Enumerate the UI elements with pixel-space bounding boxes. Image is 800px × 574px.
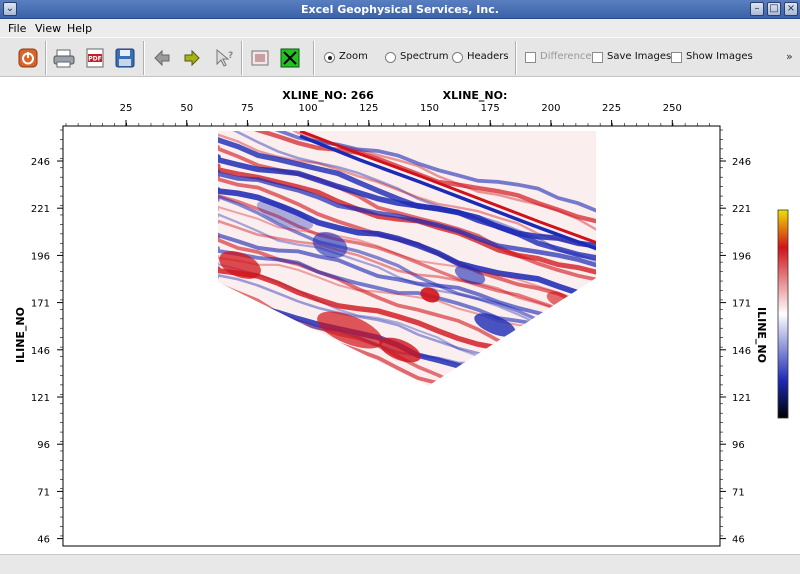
spectrum-label: Spectrum [400, 51, 449, 62]
seismic-plot-area: 25 50 75 100 125 150 175 200 225 250 XLINE_NO: 26… [0, 77, 800, 554]
iline-title-right: ILINE_NO [755, 307, 768, 363]
seismic-plot[interactable]: 25 50 75 100 125 150 175 200 225 250 XLINE_NO: 26… [0, 77, 800, 554]
right-tick-label: 46 [732, 535, 745, 546]
left-tick-label: 246 [31, 157, 50, 168]
top-tick-label: 25 [120, 103, 133, 114]
menu-help[interactable]: Help [67, 22, 92, 35]
top-tick-label: 75 [241, 103, 254, 114]
status-bar [0, 554, 800, 574]
difference-label: Difference [540, 51, 592, 62]
maximize-button[interactable]: □ [767, 2, 781, 16]
image-icon[interactable] [249, 47, 271, 69]
left-tick-label: 121 [31, 393, 50, 404]
right-tick-label: 171 [732, 299, 751, 310]
help-cursor-icon[interactable]: ? [212, 47, 234, 69]
headers-radio[interactable] [452, 52, 463, 63]
top-tick-label: 125 [359, 103, 378, 114]
headers-label: Headers [467, 51, 509, 62]
left-tick-label: 71 [37, 487, 50, 498]
right-axis: 246 221 196 171 146 121 96 71 46 [720, 129, 751, 546]
minimize-button[interactable]: – [750, 2, 764, 16]
right-tick-label: 221 [732, 204, 751, 215]
top-axis: 25 50 75 100 125 150 175 200 225 250 [65, 103, 710, 126]
right-tick-label: 146 [732, 346, 751, 357]
top-tick-label: 250 [663, 103, 682, 114]
zoom-radio[interactable] [324, 52, 335, 63]
title-bar: ⌄ Excel Geophysical Services, Inc. – □ × [0, 0, 800, 19]
save-icon[interactable] [114, 47, 136, 69]
right-tick-label: 196 [732, 251, 751, 262]
spectrum-radio[interactable] [385, 52, 396, 63]
color-bar [777, 209, 789, 419]
left-tick-label: 46 [37, 535, 50, 546]
power-icon[interactable] [17, 47, 39, 69]
save-images-label: Save Images [607, 51, 672, 62]
xline-title: XLINE_NO: 266 [282, 89, 374, 102]
menu-file[interactable]: File [8, 22, 26, 35]
zoom-label: Zoom [339, 51, 368, 62]
iline-title-left: ILINE_NO [14, 307, 27, 363]
arrow-right-icon[interactable] [181, 47, 203, 69]
right-tick-label: 96 [732, 440, 745, 451]
top-tick-label: 50 [180, 103, 193, 114]
save-images-checkbox[interactable] [592, 52, 603, 63]
difference-checkbox[interactable] [525, 52, 536, 63]
show-images-label: Show Images [686, 51, 753, 62]
menu-bar: File View Help [0, 19, 800, 37]
top-tick-label: 175 [481, 103, 500, 114]
close-view-icon[interactable] [279, 47, 301, 69]
svg-text:?: ? [228, 51, 233, 61]
left-tick-label: 146 [31, 346, 50, 357]
right-tick-label: 246 [732, 157, 751, 168]
top-tick-label: 225 [602, 103, 621, 114]
svg-text:PDF: PDF [88, 56, 101, 63]
menu-view[interactable]: View [35, 22, 61, 35]
left-tick-label: 96 [37, 440, 50, 451]
top-tick-label: 200 [541, 103, 560, 114]
show-images-checkbox[interactable] [671, 52, 682, 63]
left-tick-label: 196 [31, 251, 50, 262]
right-tick-label: 121 [732, 393, 751, 404]
top-tick-label: 150 [420, 103, 439, 114]
left-tick-label: 171 [31, 299, 50, 310]
close-button[interactable]: × [784, 2, 798, 16]
pdf-icon[interactable]: PDF [84, 47, 106, 69]
arrow-left-icon[interactable] [151, 47, 173, 69]
toolbar-overflow-button[interactable]: » [786, 50, 793, 63]
window-title: Excel Geophysical Services, Inc. [301, 3, 499, 16]
left-tick-label: 221 [31, 204, 50, 215]
top-tick-label: 100 [299, 103, 318, 114]
print-icon[interactable] [53, 47, 75, 69]
left-axis: 246 221 196 171 146 121 96 71 46 [31, 129, 63, 546]
toolbar: PDF ? Zoom Spectrum Headers Difference S… [0, 37, 800, 77]
xline-title-right: XLINE_NO: [443, 89, 508, 102]
right-tick-label: 71 [732, 487, 745, 498]
